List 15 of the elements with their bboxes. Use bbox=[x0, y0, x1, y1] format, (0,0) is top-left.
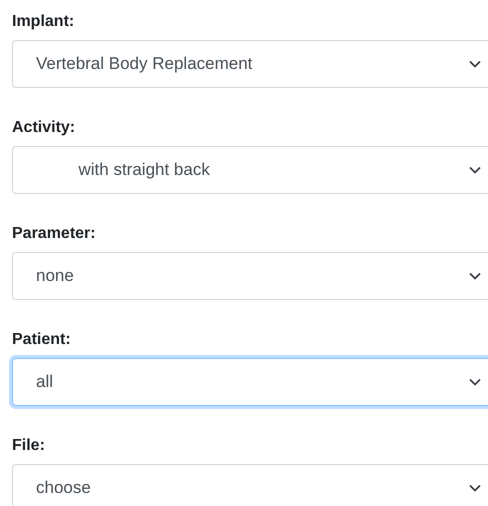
chevron-down-icon bbox=[469, 60, 481, 68]
field-label: Activity: bbox=[12, 118, 76, 138]
dropdown-field[interactable]: all bbox=[12, 358, 488, 406]
field-label: Patient: bbox=[12, 330, 72, 350]
dropdown-field[interactable]: Vertebral Body Replacement bbox=[12, 40, 488, 88]
dropdown-field[interactable]: with straight back bbox=[12, 146, 488, 194]
chevron-down-icon bbox=[469, 484, 481, 492]
dropdown-field[interactable]: choose bbox=[12, 464, 488, 506]
chevron-down-icon bbox=[469, 272, 481, 280]
dropdown-field[interactable]: none bbox=[12, 252, 488, 300]
chevron-down-icon bbox=[469, 166, 481, 174]
field-label: Parameter: bbox=[12, 224, 97, 244]
field-label: File: bbox=[12, 436, 46, 456]
chevron-down-icon bbox=[469, 378, 481, 386]
field-label: Implant: bbox=[12, 12, 76, 32]
